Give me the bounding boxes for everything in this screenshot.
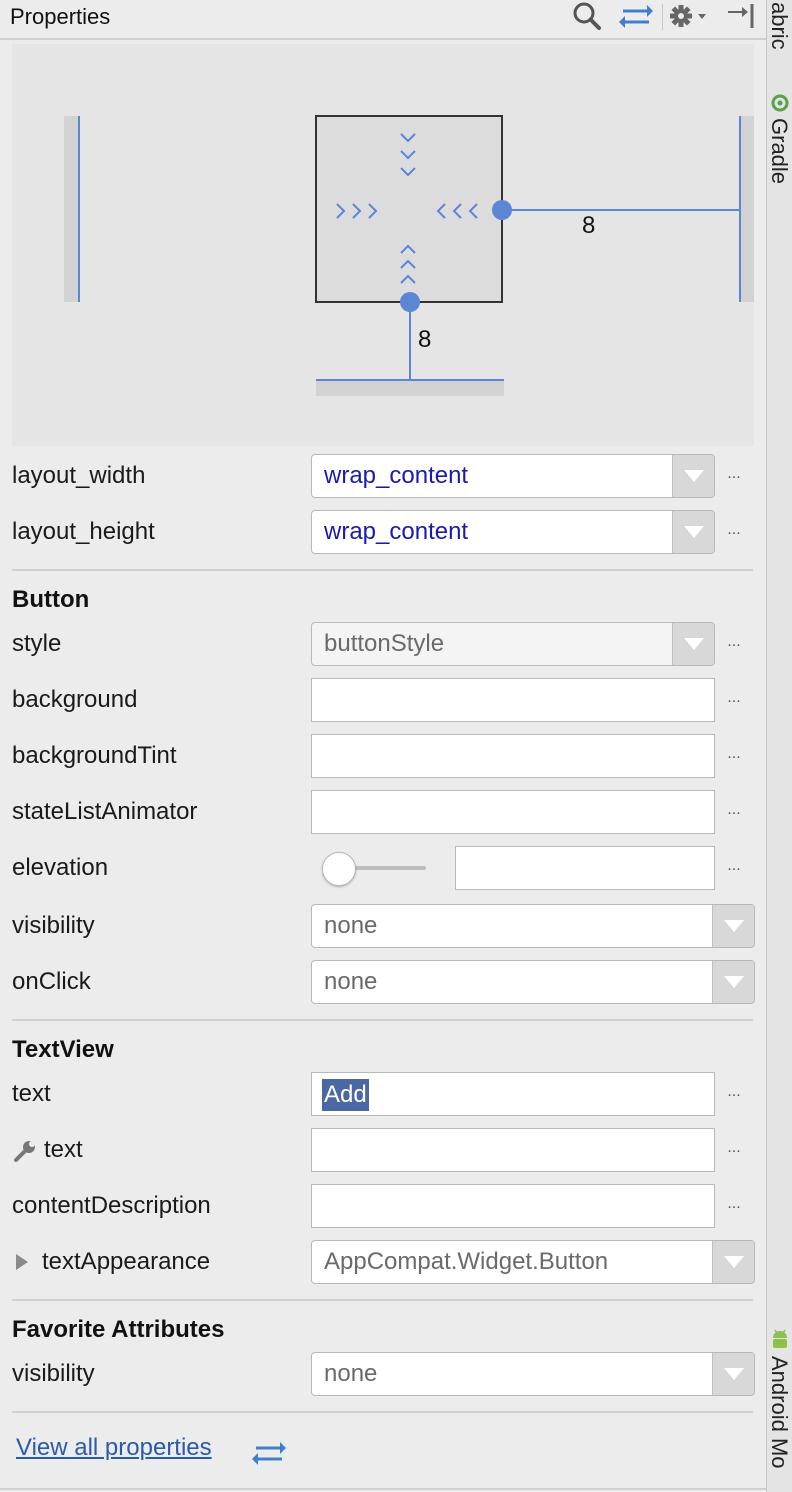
chevron-down-icon[interactable] [712,1353,754,1395]
android-icon [770,1328,790,1350]
favorite-visibility-value: none [324,1360,378,1387]
expand-triangle-icon[interactable] [16,1254,28,1270]
properties-panel: Properties 8 8 layout_width wrap_content… [0,0,766,1492]
properties-header: Properties [0,0,766,40]
gradle-tab[interactable]: Gradle [766,118,792,184]
layout-height-combo[interactable]: wrap_content [311,510,715,554]
style-more-button[interactable]: ... [724,634,744,658]
background-more-button[interactable]: ... [724,690,744,714]
background-label: background [12,686,138,713]
gradle-icon [771,94,789,112]
chevron-down-icon[interactable] [712,961,754,1003]
text-appearance-label[interactable]: textAppearance [42,1240,210,1284]
text-label: text [12,1080,51,1107]
background-tint-label: backgroundTint [12,742,177,769]
pin-right-icon[interactable] [724,0,758,32]
fabric-tab[interactable]: abric [766,2,792,50]
background-tint-field[interactable] [311,734,715,778]
section-divider [12,1019,753,1021]
panel-title: Properties [10,4,111,29]
android-monitor-tab[interactable]: Android Mo [766,1356,792,1469]
style-value: buttonStyle [324,630,445,657]
state-list-animator-field[interactable] [311,790,715,834]
background-field[interactable] [311,678,715,722]
elevation-more-button[interactable]: ... [724,858,744,882]
text-appearance-combo[interactable]: AppCompat.Widget.Button [311,1240,755,1284]
swap-icon[interactable] [618,0,654,32]
state-list-animator-label: stateListAnimator [12,798,198,825]
search-icon[interactable] [570,0,604,32]
section-divider [12,1411,753,1413]
elevation-label: elevation [12,854,109,881]
footer-divider [0,1488,766,1490]
tools-text-more-button[interactable]: ... [724,1140,744,1164]
constraint-preview: 8 8 [12,44,754,446]
right-tool-window-bar: abric Gradle Android Mo [766,0,792,1492]
layout-height-value: wrap_content [324,518,469,545]
right-anchor[interactable] [492,200,512,220]
left-guideline [64,116,80,302]
swap-icon[interactable] [252,1440,286,1466]
text-value: Add [322,1079,369,1111]
background-tint-more-button[interactable]: ... [724,746,744,770]
layout-width-value: wrap_content [324,462,469,489]
elevation-field[interactable] [455,846,715,890]
tools-text-field[interactable] [311,1128,715,1172]
bottom-margin-value[interactable]: 8 [418,326,431,354]
layout-width-combo[interactable]: wrap_content [311,454,715,498]
header-divider [662,4,663,30]
visibility-combo[interactable]: none [311,904,755,948]
layout-height-label: layout_height [12,518,155,545]
button-section-title: Button [12,586,90,613]
section-divider [12,569,753,571]
right-guideline [740,116,754,302]
content-description-field[interactable] [311,1184,715,1228]
layout-width-label: layout_width [12,462,146,489]
onclick-combo[interactable]: none [311,960,755,1004]
widget-box[interactable] [315,115,503,303]
favorite-visibility-label: visibility [12,1360,95,1387]
visibility-value: none [324,912,378,939]
section-divider [12,1299,753,1301]
chevron-down-icon[interactable] [672,511,714,553]
text-field[interactable]: Add [311,1072,715,1116]
gear-icon[interactable] [668,0,712,32]
content-description-label: contentDescription [12,1192,211,1219]
textview-section-title: TextView [12,1036,114,1063]
chevron-down-icon[interactable] [712,905,754,947]
favorites-section-title: Favorite Attributes [12,1316,225,1343]
chevron-down-icon[interactable] [672,455,714,497]
bottom-anchor[interactable] [400,292,420,312]
elevation-slider[interactable] [322,851,430,887]
content-description-more-button[interactable]: ... [724,1196,744,1220]
tools-text-label: text [44,1136,83,1163]
onclick-value: none [324,968,378,995]
view-all-properties-link[interactable]: View all properties [16,1434,212,1462]
layout-width-more-button[interactable]: ... [724,466,744,490]
chevron-down-icon[interactable] [672,623,714,665]
elevation-slider-knob[interactable] [322,852,356,886]
onclick-label: onClick [12,968,91,995]
visibility-label: visibility [12,912,95,939]
layout-height-more-button[interactable]: ... [724,522,744,546]
chevron-down-icon[interactable] [712,1241,754,1283]
bottom-guideline [316,380,504,396]
state-list-animator-more-button[interactable]: ... [724,802,744,826]
text-appearance-value: AppCompat.Widget.Button [324,1248,609,1275]
wrench-icon [12,1140,38,1164]
right-margin-value[interactable]: 8 [582,212,595,240]
style-combo[interactable]: buttonStyle [311,622,715,666]
favorite-visibility-combo[interactable]: none [311,1352,755,1396]
style-label: style [12,630,62,657]
text-more-button[interactable]: ... [724,1084,744,1108]
